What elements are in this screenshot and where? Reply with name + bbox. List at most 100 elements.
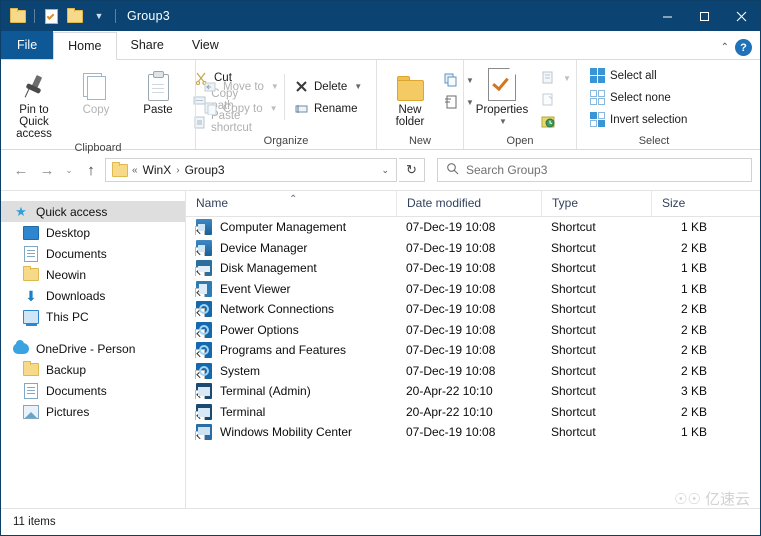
move-to-label: Move to (223, 80, 264, 93)
pin-icon (23, 67, 45, 103)
copy-to-button[interactable]: Copy to ▼ (198, 98, 284, 120)
pin-to-quick-access-button[interactable]: Pin to Quick access (3, 65, 65, 140)
close-button[interactable] (723, 1, 760, 31)
file-name: Disk Management (220, 261, 317, 276)
table-row[interactable]: Terminal (Admin) 20-Apr-22 10:10 Shortcu… (186, 381, 760, 402)
file-size: 2 KB (680, 240, 707, 255)
select-none-button[interactable]: Select none (585, 87, 691, 109)
open-button[interactable]: ▼ (538, 67, 573, 89)
breadcrumb-item-winx[interactable]: WinX (143, 163, 172, 177)
file-size: 2 KB (680, 322, 707, 337)
table-row[interactable]: Network Connections 07-Dec-19 10:08 Shor… (186, 299, 760, 320)
qat-folder-icon[interactable] (7, 5, 29, 27)
edit-icon (540, 92, 556, 108)
up-button[interactable]: ↑ (79, 158, 103, 182)
help-icon[interactable]: ? (735, 39, 752, 56)
rename-label: Rename (314, 102, 358, 115)
sidebar-item-documents-onedrive[interactable]: Documents (1, 380, 185, 401)
tab-file[interactable]: File (1, 31, 54, 59)
invert-selection-button[interactable]: Invert selection (585, 109, 691, 131)
paste-button[interactable]: Paste (127, 65, 189, 116)
sidebar-item-desktop[interactable]: Desktop (1, 222, 185, 243)
minimize-button[interactable] (649, 1, 686, 31)
documents-icon (23, 245, 39, 262)
qat-chevron-down-icon[interactable]: ▼ (88, 5, 110, 27)
documents-icon (23, 382, 39, 399)
file-type: Shortcut (551, 220, 596, 235)
properties-icon (488, 67, 516, 101)
sidebar-item-pictures[interactable]: Pictures (1, 401, 185, 422)
select-all-icon (589, 68, 605, 84)
table-row[interactable]: System 07-Dec-19 10:08 Shortcut 2 KB (186, 361, 760, 382)
forward-button[interactable]: → (35, 158, 59, 182)
file-name-cell: Device Manager (186, 239, 396, 256)
network-connections-icon (195, 301, 212, 318)
sidebar-item-documents[interactable]: Documents (1, 243, 185, 264)
file-type: Shortcut (551, 261, 596, 276)
ribbon: Pin to Quick access Copy Paste Cut Copy … (1, 60, 760, 154)
sidebar-item-downloads[interactable]: ⬇ Downloads (1, 285, 185, 306)
table-row[interactable]: Power Options 07-Dec-19 10:08 Shortcut 2… (186, 320, 760, 341)
refresh-button[interactable]: ↻ (399, 158, 425, 182)
tab-view[interactable]: View (178, 32, 233, 59)
sidebar-item-quick-access[interactable]: ★ Quick access (1, 201, 185, 222)
table-row[interactable]: Event Viewer 07-Dec-19 10:08 Shortcut 1 … (186, 279, 760, 300)
file-name-cell: Terminal (Admin) (186, 383, 396, 400)
table-row[interactable]: Computer Management 07-Dec-19 10:08 Shor… (186, 217, 760, 238)
rename-button[interactable]: Rename (289, 98, 366, 120)
table-row[interactable]: Terminal 20-Apr-22 10:10 Shortcut 2 KB (186, 402, 760, 423)
onedrive-icon (13, 340, 29, 357)
sidebar-item-label: Documents (46, 246, 107, 261)
table-row[interactable]: Windows Mobility Center 07-Dec-19 10:08 … (186, 422, 760, 443)
sidebar-item-backup[interactable]: Backup (1, 359, 185, 380)
recent-locations-button[interactable]: ⌄ (61, 158, 77, 182)
properties-caret-icon[interactable]: ▼ (499, 116, 507, 128)
sidebar-item-onedrive[interactable]: OneDrive - Person (1, 338, 185, 359)
column-header-size[interactable]: Size (651, 191, 721, 216)
sidebar-item-label: OneDrive - Person (36, 341, 136, 356)
new-folder-icon (395, 67, 425, 101)
delete-caret-icon[interactable]: ▼ (354, 82, 362, 91)
search-box[interactable]: Search Group3 (437, 158, 752, 182)
delete-button[interactable]: Delete ▼ (289, 76, 366, 98)
invert-selection-icon (589, 112, 605, 128)
address-dropdown-icon[interactable]: ⌄ (381, 165, 392, 176)
explorer-body: ★ Quick access Desktop Documents Neowin … (1, 190, 760, 508)
column-header-type[interactable]: Type (541, 191, 651, 216)
back-button[interactable]: ← (9, 158, 33, 182)
new-folder-button[interactable]: New folder (379, 65, 441, 128)
move-to-caret-icon[interactable]: ▼ (271, 82, 279, 91)
select-all-button[interactable]: Select all (585, 65, 691, 87)
history-button[interactable] (538, 111, 573, 133)
table-row[interactable]: Programs and Features 07-Dec-19 10:08 Sh… (186, 340, 760, 361)
address-bar[interactable]: « WinX › Group3 ⌄ (105, 158, 397, 182)
tab-home[interactable]: Home (53, 32, 117, 60)
breadcrumb-overflow-icon[interactable]: « (132, 165, 138, 176)
copy-button[interactable]: Copy (65, 65, 127, 116)
table-row[interactable]: Device Manager 07-Dec-19 10:08 Shortcut … (186, 238, 760, 259)
qat-properties-icon[interactable] (40, 5, 62, 27)
table-row[interactable]: Disk Management 07-Dec-19 10:08 Shortcut… (186, 258, 760, 279)
collapse-ribbon-icon[interactable]: ⌃ (721, 42, 729, 53)
sidebar-item-neowin[interactable]: Neowin (1, 264, 185, 285)
column-header-date-modified[interactable]: Date modified (396, 191, 541, 216)
window-title: Group3 (127, 9, 170, 23)
sidebar-item-this-pc[interactable]: This PC (1, 306, 185, 327)
move-to-button[interactable]: Move to ▼ (198, 76, 284, 98)
select-group-label: Select (638, 135, 670, 147)
file-name-cell: Programs and Features (186, 342, 396, 359)
breadcrumb-item-group3[interactable]: Group3 (185, 163, 225, 177)
properties-button[interactable]: Properties ▼ (466, 65, 538, 128)
column-header-name[interactable]: Name ⌃ (186, 191, 396, 216)
terminal-icon (195, 403, 212, 420)
maximize-button[interactable] (686, 1, 723, 31)
file-name: Windows Mobility Center (220, 425, 353, 440)
ribbon-group-clipboard: Pin to Quick access Copy Paste Cut Copy … (1, 60, 252, 154)
edit-button[interactable] (538, 89, 573, 111)
copy-to-caret-icon[interactable]: ▼ (270, 104, 278, 113)
sidebar-item-label: This PC (46, 309, 89, 324)
open-caret-icon[interactable]: ▼ (563, 74, 571, 83)
qat-new-folder-icon[interactable] (64, 5, 86, 27)
file-name: Terminal (Admin) (220, 384, 311, 399)
tab-share[interactable]: Share (117, 32, 178, 59)
